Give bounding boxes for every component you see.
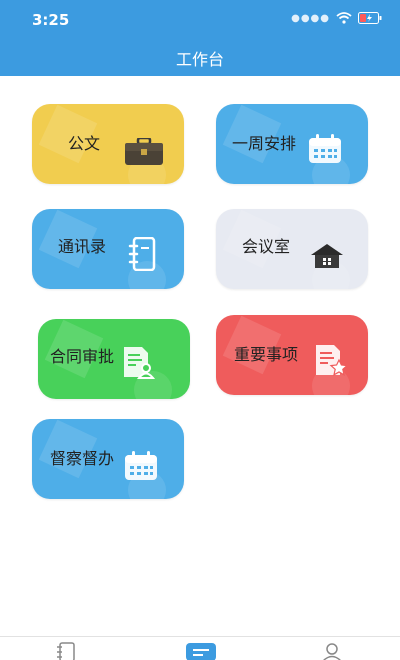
bottom-tab-bar — [0, 636, 400, 660]
page-title: 工作台 — [175, 50, 224, 69]
tab-contacts[interactable] — [54, 641, 78, 660]
calendar-icon — [309, 134, 341, 163]
card-contacts[interactable]: 通讯录 — [32, 209, 184, 289]
status-bar: 3:25 ●●●● — [0, 0, 400, 36]
calendar-icon — [125, 451, 157, 480]
briefcase-icon — [125, 138, 163, 165]
header: 3:25 ●●●● 工作台 — [0, 0, 400, 76]
wifi-icon — [336, 12, 352, 24]
profile-icon — [323, 643, 341, 660]
document-star-icon — [316, 345, 348, 376]
card-label: 督察督办 — [50, 449, 115, 468]
card-label: 合同审批 — [50, 347, 115, 366]
house-icon — [311, 244, 343, 268]
card-contract-approval[interactable]: 合同审批 — [38, 319, 190, 399]
tab-profile[interactable] — [320, 641, 344, 660]
status-icons: ●●●● — [291, 12, 382, 24]
card-supervision[interactable]: 督察督办 — [32, 419, 184, 499]
tab-workbench[interactable] — [186, 641, 216, 660]
card-weekly-schedule[interactable]: 一周安排 — [216, 104, 368, 184]
card-label: 会议室 — [242, 237, 291, 256]
notebook-icon — [128, 237, 156, 271]
signal-dots-icon: ●●●● — [291, 12, 330, 24]
workbench-icon — [186, 643, 216, 660]
document-user-icon — [124, 347, 156, 379]
status-time: 3:25 — [32, 11, 70, 29]
card-label: 通讯录 — [58, 237, 107, 256]
card-meeting-room[interactable]: 会议室 — [216, 209, 368, 289]
card-important-matters[interactable]: 重要事项 — [216, 315, 368, 395]
card-label: 公文 — [68, 134, 101, 153]
card-label: 重要事项 — [234, 345, 299, 364]
battery-icon — [358, 12, 382, 24]
card-official-documents[interactable]: 公文 — [32, 104, 184, 184]
contacts-icon — [57, 642, 75, 660]
card-label: 一周安排 — [232, 134, 297, 153]
